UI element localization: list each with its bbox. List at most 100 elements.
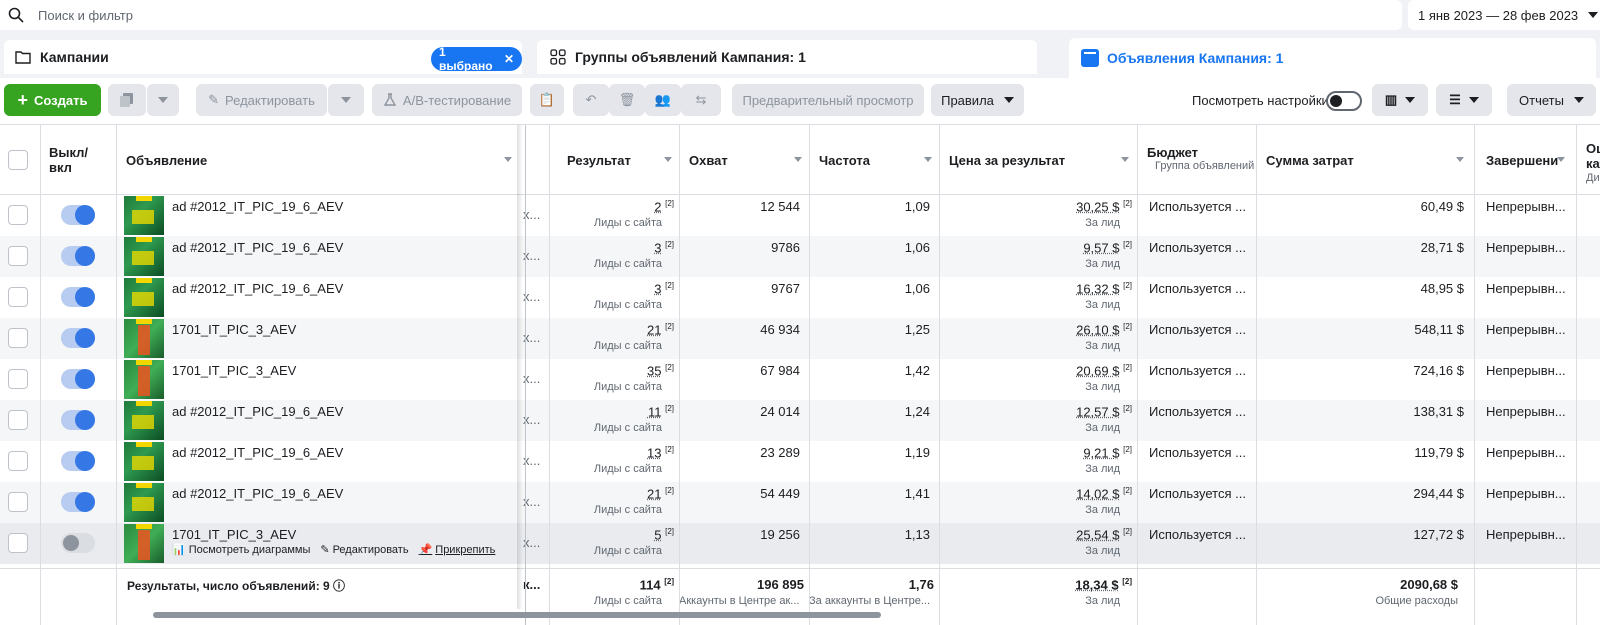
breakdown-icon: ☰ (1449, 92, 1461, 107)
row-toggle[interactable] (61, 287, 95, 307)
divider (679, 125, 680, 625)
row-toggle[interactable] (61, 492, 95, 512)
ab-test-button[interactable]: A/B-тестирование (372, 84, 522, 116)
close-icon[interactable]: ✕ (504, 52, 514, 66)
spend-cell: 294,44 $ (1413, 486, 1464, 501)
row-toggle[interactable] (61, 369, 95, 389)
table-row[interactable]: ad #2012_IT_PIC_19_6_AEV x... 13 [2] Лиды с… (0, 441, 1600, 482)
duplicate-button[interactable] (108, 84, 146, 116)
edit-button[interactable]: ✎ Редактировать (196, 84, 327, 116)
info-icon[interactable]: ⓘ (333, 579, 345, 593)
view-settings-toggle[interactable] (1326, 91, 1362, 111)
col-end[interactable]: Завершени (1486, 125, 1573, 195)
frozen-shadow (517, 125, 523, 609)
row-toggle[interactable] (61, 533, 95, 553)
col-spend[interactable]: Сумма затрат (1266, 125, 1472, 195)
audience-button[interactable]: 👥 (645, 84, 681, 116)
ad-name[interactable]: ad #2012_IT_PIC_19_6_AEV (172, 281, 343, 296)
clipboard-button[interactable]: 📋 (530, 84, 564, 116)
pin-link[interactable]: 📌 Прикрепить (419, 543, 496, 557)
col-reach[interactable]: Охват (689, 125, 810, 195)
row-checkbox[interactable] (8, 287, 28, 307)
cpr-cell: 12,57 $ [2] (1076, 404, 1132, 420)
row-toggle[interactable] (61, 246, 95, 266)
date-range-picker[interactable]: 1 янв 2023 — 28 фев 2023 (1408, 0, 1600, 30)
result-cell: 21 [2] (647, 486, 674, 502)
table-row[interactable]: ad #2012_IT_PIC_19_6_AEV x... 3 [2] Лиды с … (0, 236, 1600, 277)
create-button[interactable]: + Создать (4, 84, 101, 116)
rules-button[interactable]: Правила (931, 84, 1024, 116)
footnote: [2] (664, 577, 674, 586)
selected-badge[interactable]: 1 выбрано ✕ (431, 45, 522, 73)
footnote: [2] (665, 404, 674, 413)
ad-name[interactable]: ad #2012_IT_PIC_19_6_AEV (172, 240, 343, 255)
end-cell: Непрерывн... (1486, 199, 1566, 214)
col-cost-per-result[interactable]: Цена за результат (949, 125, 1137, 195)
col-frequency[interactable]: Частота (819, 125, 940, 195)
row-toggle[interactable] (61, 410, 95, 430)
breakdown-button[interactable]: ☰ (1436, 84, 1492, 116)
row-toggle[interactable] (61, 328, 95, 348)
col-result[interactable]: Результат (567, 125, 680, 195)
export-button[interactable]: ⇆ (681, 84, 721, 116)
row-toggle[interactable] (61, 205, 95, 225)
table-row[interactable]: ad #2012_IT_PIC_19_6_AEV x... 11 [2] Лиды с… (0, 400, 1600, 441)
row-checkbox[interactable] (8, 205, 28, 225)
preview-button[interactable]: Предварительный просмотр (732, 84, 924, 116)
duplicate-menu-button[interactable] (147, 84, 179, 116)
budget-cell: Используется ... (1149, 486, 1246, 501)
tab-adsets[interactable]: Группы объявлений Кампания: 1 (537, 40, 1037, 74)
frequency-cell: 1,19 (904, 445, 930, 460)
ad-name[interactable]: 1701_IT_PIC_3_AEV (172, 363, 296, 378)
select-all-checkbox[interactable] (8, 150, 28, 170)
table-row[interactable]: ad #2012_IT_PIC_19_6_AEV x... 3 [2] Лиды с … (0, 277, 1600, 318)
col-extra[interactable]: Оц кач Ди (1586, 125, 1600, 195)
sort-icon (794, 157, 802, 162)
row-checkbox[interactable] (8, 369, 28, 389)
totals-frequency-sub: За аккаунты в Центре... (809, 595, 931, 607)
table-row[interactable]: ad #2012_IT_PIC_19_6_AEV x... 2 [2] Лиды с … (0, 195, 1600, 236)
col-toggle[interactable]: Выкл/ вкл (49, 125, 109, 195)
pin-link-label: Прикрепить (435, 543, 496, 556)
table-row[interactable]: 1701_IT_PIC_3_AEV x... 35 [2] Лиды с сайта 6… (0, 359, 1600, 400)
undo-button[interactable]: ↶ (573, 84, 609, 116)
totals-label: Результаты, число объявлений: 9 ⓘ (127, 579, 346, 593)
budget-cell: Используется ... (1149, 322, 1246, 337)
ad-name[interactable]: 1701_IT_PIC_3_AEV (172, 322, 296, 337)
edit-link[interactable]: ✎ Редактировать (320, 543, 408, 557)
row-checkbox[interactable] (8, 533, 28, 553)
selected-count: 1 выбрано (439, 45, 493, 73)
ad-name[interactable]: ad #2012_IT_PIC_19_6_AEV (172, 445, 343, 460)
row-checkbox[interactable] (8, 492, 28, 512)
search-input[interactable] (38, 7, 638, 23)
row-checkbox[interactable] (8, 451, 28, 471)
table-row[interactable]: ad #2012_IT_PIC_19_6_AEV x... 21 [2] Лиды с… (0, 482, 1600, 523)
totals-cpr: 18,34 $ [2] (1075, 577, 1132, 593)
row-checkbox[interactable] (8, 410, 28, 430)
tab-campaigns[interactable]: Кампании 1 выбрано ✕ (4, 40, 522, 74)
view-charts-link[interactable]: 📊 Посмотреть диаграммы (172, 543, 310, 557)
search-bar[interactable] (0, 0, 1402, 30)
ad-name[interactable]: 1701_IT_PIC_3_AEV (172, 527, 296, 542)
edit-menu-button[interactable] (328, 84, 364, 116)
result-cell: 5 [2] (654, 527, 674, 543)
table-row[interactable]: 1701_IT_PIC_3_AEV x... 21 [2] Лиды с сайта 4… (0, 318, 1600, 359)
row-checkbox[interactable] (8, 328, 28, 348)
horizontal-scrollbar[interactable] (153, 612, 881, 618)
table-row[interactable]: 1701_IT_PIC_3_AEV x... 5 [2] Лиды с сайта 19… (0, 523, 1600, 564)
footnote: [2] (665, 486, 674, 495)
budget-cell: Используется ... (1149, 199, 1246, 214)
ad-name[interactable]: ad #2012_IT_PIC_19_6_AEV (172, 486, 343, 501)
col-ad[interactable]: Объявление (126, 125, 520, 195)
row-checkbox[interactable] (8, 246, 28, 266)
ad-name[interactable]: ad #2012_IT_PIC_19_6_AEV (172, 404, 343, 419)
delete-button[interactable]: 🗑 (609, 84, 645, 116)
reports-button[interactable]: Отчеты (1507, 84, 1596, 116)
tab-ads[interactable]: Объявления Кампания: 1 (1069, 38, 1596, 78)
chevron-down-icon (1468, 97, 1479, 103)
col-extra-sub: Ди (1586, 172, 1600, 184)
columns-button[interactable]: ▥ (1372, 84, 1428, 116)
ad-name[interactable]: ad #2012_IT_PIC_19_6_AEV (172, 199, 343, 214)
row-toggle[interactable] (61, 451, 95, 471)
col-budget[interactable]: Бюджет Группа объявлений (1147, 125, 1259, 195)
